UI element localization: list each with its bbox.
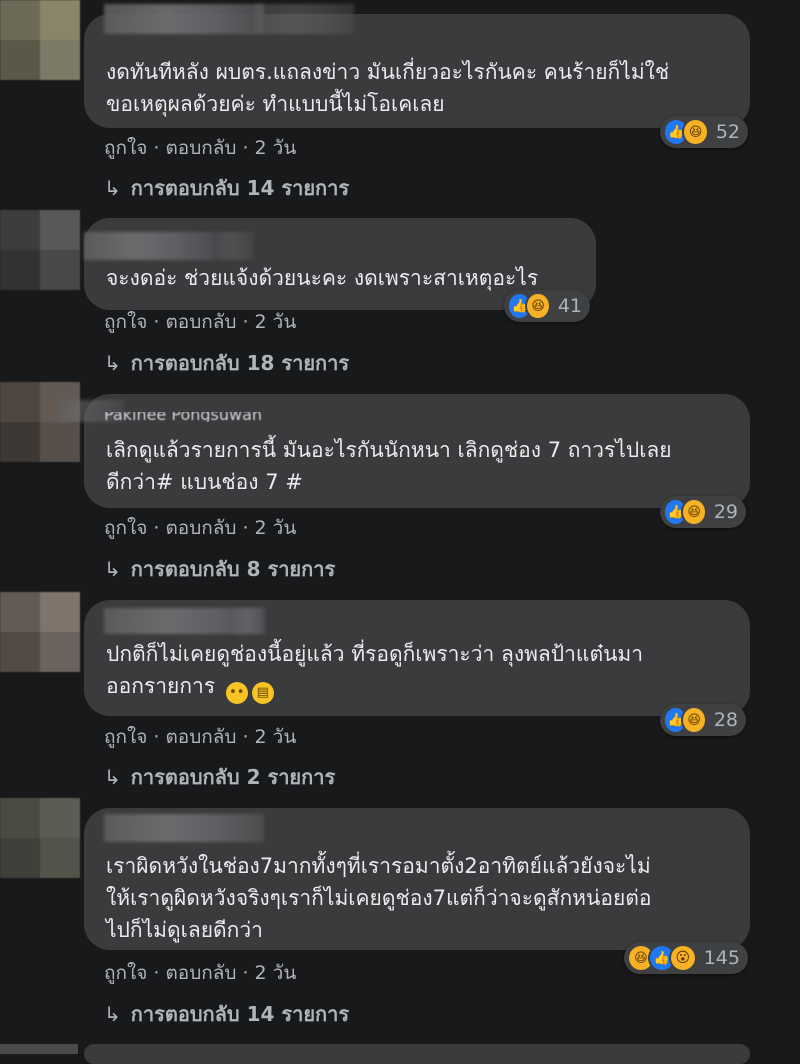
comment-time[interactable]: 2 วัน — [255, 962, 297, 984]
comment-text: เราผิดหวังในช่อง7มากทั้งๆที่เรารอมาตั้ง2… — [106, 854, 652, 942]
reaction-count: 52 — [715, 121, 740, 143]
comment-actions: ถูกใจ · ตอบกลับ · 2 วัน — [104, 513, 296, 543]
reply-link[interactable]: ตอบกลับ — [165, 137, 236, 159]
comment-bubble: งดทันทีหลัง ผบตร.แถลงข่าว มันเกี่ยวอะไรก… — [84, 4, 750, 128]
reaction-count: 28 — [713, 709, 738, 731]
replies-count-text: การตอบกลับ 14 รายการ — [130, 176, 350, 200]
comment-actions: ถูกใจ · ตอบกลับ · 2 วัน — [104, 133, 296, 163]
separator: · — [153, 137, 160, 159]
like-link[interactable]: ถูกใจ — [104, 517, 147, 539]
like-link[interactable]: ถูกใจ — [104, 137, 147, 159]
comment-text: เลิกดูแล้วรายการนี้ มันอะไรกันนักหนา เลิ… — [106, 438, 672, 494]
comment-text: งดทันทีหลัง ผบตร.แถลงข่าว มันเกี่ยวอะไรก… — [106, 60, 670, 116]
author-name-blurred[interactable] — [214, 232, 254, 260]
reaction-summary[interactable]: 👍 😆 41 — [504, 290, 590, 322]
reaction-summary[interactable]: 👍 😆 52 — [660, 116, 748, 148]
comment-text: จะงดอ่ะ ช่วยแจ้งด้วยนะคะ งดเพราะสาเหตุอะ… — [106, 266, 539, 290]
avatar[interactable] — [0, 210, 80, 292]
reply-link[interactable]: ตอบกลับ — [165, 517, 236, 539]
haha-icon: 😆 — [525, 292, 551, 320]
separator: · — [242, 726, 249, 748]
view-replies-link[interactable]: ↳ การตอบกลับ 14 รายการ — [104, 172, 349, 204]
reply-link[interactable]: ตอบกลับ — [165, 311, 236, 333]
comment-actions: ถูกใจ · ตอบกลับ · 2 วัน — [104, 722, 296, 752]
separator: · — [153, 962, 160, 984]
reply-arrow-icon: ↳ — [104, 176, 121, 200]
grimacing-emoji-icon: ▤ — [251, 682, 274, 704]
author-name[interactable]: Pakinee Pongsuwan — [104, 412, 262, 422]
reaction-count: 145 — [703, 947, 740, 969]
haha-icon: 😆 — [681, 706, 707, 734]
avatar[interactable] — [0, 0, 80, 88]
reply-arrow-icon: ↳ — [104, 557, 121, 581]
separator: · — [153, 517, 160, 539]
reaction-summary[interactable]: 😆 👍 😮 145 — [624, 942, 748, 974]
next-comment-bubble — [84, 1044, 750, 1064]
rolling-eyes-emoji-icon: •• — [225, 682, 248, 704]
reaction-summary[interactable]: 👍 😆 29 — [660, 496, 746, 528]
reply-arrow-icon: ↳ — [104, 351, 121, 375]
replies-count-text: การตอบกลับ 2 รายการ — [130, 765, 336, 789]
separator: · — [242, 517, 249, 539]
separator: · — [153, 311, 160, 333]
reaction-count: 41 — [557, 295, 582, 317]
comment-text-line: ปกติก็ไม่เคยดูช่องนี้อยู่แล้ว ที่รอดูก็เ… — [106, 642, 644, 666]
reaction-count: 29 — [713, 501, 738, 523]
comment-bubble: เราผิดหวังในช่อง7มากทั้งๆที่เรารอมาตั้ง2… — [84, 808, 750, 950]
comment-bubble: Pakinee Pongsuwan เลิกดูแล้วรายการนี้ มั… — [54, 394, 750, 508]
reply-arrow-icon: ↳ — [104, 1002, 121, 1026]
comment-actions: ถูกใจ · ตอบกลับ · 2 วัน — [104, 958, 296, 988]
view-replies-link[interactable]: ↳ การตอบกลับ 14 รายการ — [104, 998, 349, 1030]
avatar[interactable] — [0, 798, 80, 880]
view-replies-link[interactable]: ↳ การตอบกลับ 18 รายการ — [104, 347, 349, 379]
reaction-summary[interactable]: 👍 😆 28 — [660, 704, 746, 736]
author-name-blurred[interactable] — [104, 4, 264, 34]
wow-icon: 😮 — [668, 944, 697, 972]
haha-icon: 😆 — [682, 118, 709, 146]
separator: · — [242, 962, 249, 984]
comment-text-line: ออกรายการ — [106, 674, 216, 698]
like-link[interactable]: ถูกใจ — [104, 726, 147, 748]
separator: · — [242, 311, 249, 333]
reply-arrow-icon: ↳ — [104, 765, 121, 789]
view-replies-link[interactable]: ↳ การตอบกลับ 2 รายการ — [104, 761, 335, 793]
like-link[interactable]: ถูกใจ — [104, 311, 147, 333]
replies-count-text: การตอบกลับ 14 รายการ — [130, 1002, 350, 1026]
replies-count-text: การตอบกลับ 18 รายการ — [130, 351, 350, 375]
author-name-blurred[interactable] — [254, 4, 354, 34]
author-name-blurred[interactable] — [104, 814, 264, 842]
separator: · — [153, 726, 160, 748]
avatar[interactable] — [0, 382, 80, 466]
replies-count-text: การตอบกลับ 8 รายการ — [130, 557, 336, 581]
reply-link[interactable]: ตอบกลับ — [165, 962, 236, 984]
avatar[interactable] — [0, 1044, 78, 1054]
reply-link[interactable]: ตอบกลับ — [165, 726, 236, 748]
comment-text: ปกติก็ไม่เคยดูช่องนี้อยู่แล้ว ที่รอดูก็เ… — [106, 638, 643, 704]
haha-icon: 😆 — [681, 498, 707, 526]
like-link[interactable]: ถูกใจ — [104, 962, 147, 984]
avatar[interactable] — [0, 592, 80, 674]
comment-time[interactable]: 2 วัน — [255, 311, 297, 333]
view-replies-link[interactable]: ↳ การตอบกลับ 8 รายการ — [104, 553, 335, 585]
author-name-blurred[interactable] — [84, 232, 214, 260]
author-name-blurred[interactable] — [234, 608, 266, 634]
separator: · — [242, 137, 249, 159]
comment-bubble: ปกติก็ไม่เคยดูช่องนี้อยู่แล้ว ที่รอดูก็เ… — [84, 600, 750, 716]
comment-time[interactable]: 2 วัน — [255, 726, 297, 748]
comment-time[interactable]: 2 วัน — [255, 137, 297, 159]
comment-time[interactable]: 2 วัน — [255, 517, 297, 539]
comment-actions: ถูกใจ · ตอบกลับ · 2 วัน — [104, 307, 296, 337]
